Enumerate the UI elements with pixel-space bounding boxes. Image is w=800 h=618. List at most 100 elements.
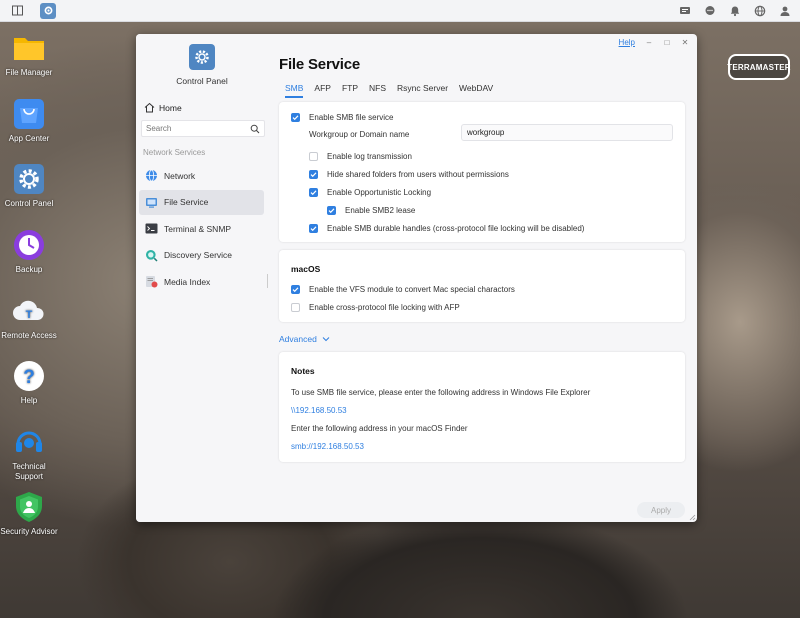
sidebar-item-home[interactable]: Home: [144, 102, 182, 113]
security-advisor-shortcut[interactable]: Security Advisor: [0, 489, 58, 537]
sidebar-scrollbar[interactable]: [267, 274, 268, 288]
headset-icon: [16, 431, 42, 452]
user-icon[interactable]: [776, 2, 794, 20]
durable-handles-row: Enable SMB durable handles (cross-protoc…: [309, 224, 584, 233]
search-input[interactable]: [146, 124, 246, 133]
svg-text:T: T: [26, 309, 33, 321]
afp-locking-row: Enable cross-protocol file locking with …: [291, 303, 460, 312]
message-icon[interactable]: [701, 2, 719, 20]
desktop-icon-label: Remote Access: [1, 331, 57, 340]
shield-icon: [16, 492, 42, 522]
opportunistic-locking-label: Enable Opportunistic Locking: [327, 188, 432, 197]
hide-shared-checkbox[interactable]: [309, 170, 318, 179]
desktop-icon-label: App Center: [8, 134, 50, 143]
apply-button[interactable]: Apply: [637, 502, 685, 518]
sidebar-item-file-service[interactable]: File Service: [139, 189, 264, 215]
network-globe-icon: [146, 169, 157, 182]
resize-handle-icon[interactable]: [688, 513, 696, 521]
tab-rsync-server[interactable]: Rsync Server: [397, 83, 448, 98]
control-panel-app-icon: [189, 44, 215, 70]
enable-smb-checkbox[interactable]: [291, 113, 300, 122]
control-panel-shortcut[interactable]: Control Panel: [0, 161, 58, 209]
tab-bar: SMB AFP FTP NFS Rsync Server WebDAV: [285, 83, 493, 98]
sidebar-item-label: Media Index: [164, 276, 211, 287]
tab-nfs[interactable]: NFS: [369, 83, 386, 98]
main-content: File Service SMB AFP FTP NFS Rsync Serve…: [279, 34, 691, 522]
macos-heading: macOS: [291, 264, 321, 274]
log-transmission-label: Enable log transmission: [327, 152, 412, 161]
cloud-icon: T: [13, 300, 44, 321]
task-icon[interactable]: [676, 2, 694, 20]
sidebar-item-network[interactable]: Network: [139, 163, 264, 188]
smb2-lease-checkbox[interactable]: [327, 206, 336, 215]
durable-handles-label: Enable SMB durable handles (cross-protoc…: [327, 224, 585, 233]
folder-icon: [14, 38, 44, 60]
notes-windows-instruction: To use SMB file service, please enter th…: [291, 388, 591, 397]
vfs-module-checkbox[interactable]: [291, 285, 300, 294]
sidebar: Control Panel Home Network Services Netw…: [136, 34, 268, 522]
top-bar: [0, 0, 800, 22]
hide-shared-label: Hide shared folders from users without p…: [327, 170, 509, 179]
log-transmission-row: Enable log transmission: [309, 152, 412, 161]
tab-ftp[interactable]: FTP: [342, 83, 358, 98]
file-manager-shortcut[interactable]: File Manager: [0, 30, 58, 78]
backup-shortcut[interactable]: Backup: [0, 227, 58, 275]
sidebar-item-media-index[interactable]: Media Index: [139, 269, 264, 294]
tab-smb[interactable]: SMB: [285, 83, 304, 98]
mac-address-link[interactable]: smb://192.168.50.53: [291, 442, 364, 451]
macos-settings-card: macOS Enable the VFS module to convert M…: [279, 250, 685, 322]
afp-locking-checkbox[interactable]: [291, 303, 300, 312]
chevron-down-icon: [322, 337, 330, 342]
sidebar-nav: Network File Service Terminal & SNMP Dis…: [139, 163, 264, 296]
check-icon: [328, 208, 335, 214]
check-icon: [292, 115, 299, 121]
enable-smb-row: Enable SMB file service: [291, 113, 393, 122]
svg-text:?: ?: [23, 367, 35, 388]
media-index-icon: [146, 276, 158, 288]
durable-handles-checkbox[interactable]: [309, 224, 318, 233]
opportunistic-locking-row: Enable Opportunistic Locking: [309, 188, 431, 197]
globe-icon[interactable]: [751, 2, 769, 20]
desktop-icon-label: Backup: [15, 265, 43, 274]
technical-support-shortcut[interactable]: Technical Support: [0, 424, 58, 482]
section-label: Network Services: [143, 148, 206, 157]
clock-icon: [14, 230, 44, 260]
sidebar-title: Control Panel: [176, 76, 228, 86]
app-center-shortcut[interactable]: App Center: [0, 96, 58, 144]
search-icon[interactable]: [250, 124, 260, 134]
notification-icon[interactable]: [726, 2, 744, 20]
sidebar-item-label: Discovery Service: [164, 250, 233, 260]
discovery-icon: [146, 249, 158, 262]
smb2-lease-row: Enable SMB2 lease: [327, 206, 415, 215]
sidebar-header: Control Panel: [136, 44, 268, 86]
sidebar-item-label: File Service: [164, 197, 209, 207]
remote-access-shortcut[interactable]: T Remote Access: [0, 293, 58, 341]
sidebar-search: [141, 120, 265, 137]
windows-address-link[interactable]: \\192.168.50.53: [291, 406, 347, 415]
advanced-toggle[interactable]: Advanced: [279, 334, 330, 344]
control-panel-window: Help – □ ✕ Control Panel Home Network Se…: [136, 34, 697, 522]
desktop-icon-label: Help: [20, 396, 38, 405]
shopping-bag-icon: [14, 99, 44, 129]
log-transmission-checkbox[interactable]: [309, 152, 318, 161]
workgroup-label: Workgroup or Domain name: [309, 130, 410, 139]
gear-icon: [14, 164, 44, 194]
desktop-icon-label: Security Advisor: [0, 527, 58, 536]
home-icon: [144, 102, 155, 113]
sidebar-item-discovery-service[interactable]: Discovery Service: [139, 243, 264, 268]
vfs-module-label: Enable the VFS module to convert Mac spe…: [309, 285, 515, 294]
tab-webdav[interactable]: WebDAV: [459, 83, 493, 98]
notes-card: Notes To use SMB file service, please en…: [279, 352, 685, 462]
terramaster-logo: TERRAMASTER: [727, 54, 791, 80]
workgroup-field[interactable]: [461, 124, 673, 141]
opportunistic-locking-checkbox[interactable]: [309, 188, 318, 197]
desktop-icon-label: File Manager: [5, 68, 53, 77]
desktop-icon-label: Control Panel: [4, 199, 54, 208]
tab-afp[interactable]: AFP: [314, 83, 331, 98]
check-icon: [310, 190, 317, 196]
desktop-icon[interactable]: [8, 2, 26, 20]
help-shortcut[interactable]: ? Help: [0, 358, 58, 406]
control-panel-icon[interactable]: [40, 2, 56, 19]
notes-heading: Notes: [291, 366, 315, 376]
sidebar-item-terminal-snmp[interactable]: Terminal & SNMP: [139, 216, 264, 241]
